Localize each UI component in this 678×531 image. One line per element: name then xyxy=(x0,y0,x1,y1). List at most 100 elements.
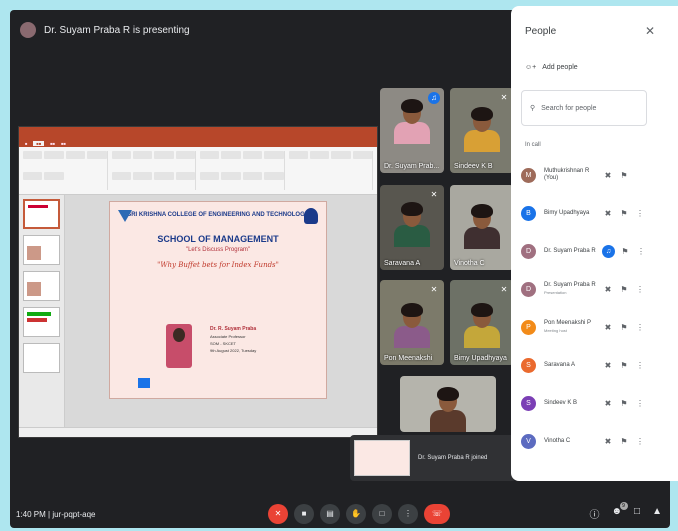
participant-name: Saravana A xyxy=(544,362,600,369)
meeting-info: 1:40 PM | jur-pqpt-aqe xyxy=(16,509,96,519)
chat-icon[interactable]: □ xyxy=(634,506,640,521)
participant-name: Dr. Suyam Prab... xyxy=(384,163,440,170)
participant-name-text: Muthukrishnan R (You) xyxy=(544,168,590,181)
presenting-text: Dr. Suyam Praba R is presenting xyxy=(44,24,190,36)
leave-call-button[interactable]: ☏ xyxy=(424,504,450,524)
participant-row[interactable]: D Dr. Suyam Praba R ♫ ⚑ ⋮ xyxy=(511,232,671,270)
ppt-tab: ■■ xyxy=(50,140,56,146)
participant-name: Saravana A xyxy=(384,260,421,267)
more-options-icon[interactable]: ⋮ xyxy=(632,399,648,408)
avatar: B xyxy=(521,205,536,221)
add-people-button[interactable]: ☺+ Add people xyxy=(525,64,578,71)
camera-button[interactable]: ■ xyxy=(294,504,314,524)
avatar: D xyxy=(521,281,536,297)
activities-icon[interactable]: ▲ xyxy=(652,506,662,521)
mic-off-icon: ✕ xyxy=(430,190,438,199)
avatar: D xyxy=(521,243,536,259)
pin-icon[interactable]: ⚑ xyxy=(616,285,632,294)
participant-row[interactable]: D Dr. Suyam Praba R Presentation ✖ ⚑ ⋮ xyxy=(511,270,671,308)
participant-name: Dr. Suyam Praba R Presentation xyxy=(544,282,600,296)
add-people-label: Add people xyxy=(542,64,578,71)
more-options-icon[interactable]: ⋮ xyxy=(632,285,648,294)
more-options-icon[interactable]: ⋮ xyxy=(632,323,648,332)
speaker-role: Associate Professor xyxy=(210,334,246,339)
slide: SRI KRISHNA COLLEGE OF ENGINEERING AND T… xyxy=(109,201,327,399)
participant-row[interactable]: P Pon Meenakshi P Meeting host ✖ ⚑ ⋮ xyxy=(511,308,671,346)
slide-canvas: SRI KRISHNA COLLEGE OF ENGINEERING AND T… xyxy=(65,195,377,427)
slide-thumbnail xyxy=(23,343,60,373)
participant-tile[interactable]: ✕ Pon Meenakshi xyxy=(380,280,444,365)
shared-screen[interactable]: ■ ■■ ■■ ■■ SRI KRISHNA COLLEGE OF ENGINE… xyxy=(18,126,378,438)
join-notification: Dr. Suyam Praba R joined xyxy=(350,435,516,481)
mic-off-icon[interactable]: ✖ xyxy=(600,437,616,446)
raise-hand-button[interactable]: ✋ xyxy=(346,504,366,524)
mic-off-icon[interactable]: ✖ xyxy=(600,361,616,370)
slide-topic: "Why Buffet bets for Index Funds" xyxy=(157,261,279,269)
pin-icon[interactable]: ⚑ xyxy=(616,437,632,446)
mic-off-icon: ✕ xyxy=(430,285,438,294)
participant-name-text: Dr. Suyam Praba R xyxy=(544,247,596,254)
presenting-bar: Dr. Suyam Praba R is presenting xyxy=(10,10,520,50)
slide-thumbnails xyxy=(19,195,65,427)
side-controls: ⓘ ☻ 9 □ ▲ xyxy=(590,502,662,521)
presenter-avatar xyxy=(20,22,36,38)
pin-icon[interactable]: ⚑ xyxy=(616,209,632,218)
pin-icon[interactable]: ⚑ xyxy=(616,399,632,408)
pin-icon[interactable]: ⚑ xyxy=(616,323,632,332)
participant-row[interactable]: S Saravana A ✖ ⚑ ⋮ xyxy=(511,346,671,384)
speaker-info: Dr. R. Suyam Praba Associate Professor S… xyxy=(210,326,256,354)
mic-off-icon[interactable]: ✖ xyxy=(600,285,616,294)
speaking-icon: ♫ xyxy=(428,92,440,104)
participant-tile[interactable]: Vinotha C xyxy=(450,185,514,270)
slide-college: SRI KRISHNA COLLEGE OF ENGINEERING AND T… xyxy=(127,212,309,218)
pin-icon[interactable]: ⚑ xyxy=(616,361,632,370)
more-options-icon[interactable]: ⋮ xyxy=(632,209,648,218)
speaking-icon[interactable]: ♫ xyxy=(602,244,615,258)
participant-name: Pon Meenakshi xyxy=(384,355,433,362)
participant-name-text: Sindeev K B xyxy=(544,399,578,406)
pin-icon[interactable]: ⚑ xyxy=(616,171,632,180)
slide-thumbnail xyxy=(23,307,60,337)
participant-name-text: Bimy Upadhyaya xyxy=(544,209,590,216)
participant-tile[interactable]: ✕ Sindeev K B xyxy=(450,88,514,173)
search-icon: ⚲ xyxy=(530,105,536,112)
participant-tile[interactable]: ♫ Dr. Suyam Prab... xyxy=(380,88,444,173)
participant-tile[interactable]: ✕ Bimy Upadhyaya xyxy=(450,280,514,365)
pin-icon[interactable]: ⚑ xyxy=(617,247,633,256)
speaker-name: Dr. R. Suyam Praba xyxy=(210,326,257,332)
ppt-ribbon xyxy=(19,147,377,195)
participant-name: Bimy Upadhyaya xyxy=(454,355,507,362)
present-button[interactable]: □ xyxy=(372,504,392,524)
participant-role: Presentation xyxy=(544,290,567,295)
participant-row[interactable]: M Muthukrishnan R (You) ✖ ⚑ xyxy=(511,156,671,194)
mic-off-icon[interactable]: ✖ xyxy=(600,323,616,332)
presentation-thumbnail xyxy=(354,440,410,476)
mic-off-icon[interactable]: ✖ xyxy=(600,171,616,180)
participant-row[interactable]: V Vinotha C ✖ ⚑ ⋮ xyxy=(511,422,671,460)
ppt-tab: ■■ xyxy=(61,140,66,146)
search-placeholder: Search for people xyxy=(541,104,597,112)
participant-name: Bimy Upadhyaya xyxy=(544,210,600,217)
close-icon[interactable]: ✕ xyxy=(645,24,655,38)
ribbon-group xyxy=(200,151,285,190)
search-input[interactable]: ⚲ Search for people xyxy=(521,90,647,126)
participant-tile[interactable] xyxy=(400,376,496,432)
more-options-icon[interactable]: ⋮ xyxy=(633,247,649,256)
add-person-icon: ☺+ xyxy=(525,64,537,71)
mic-off-icon[interactable]: ✖ xyxy=(600,209,616,218)
slide-date: 9th August 2022, Tuesday xyxy=(210,348,257,353)
more-options-icon[interactable]: ⋮ xyxy=(632,437,648,446)
participant-name: Vinotha C xyxy=(454,260,485,267)
more-options-button[interactable]: ⋮ xyxy=(398,504,418,524)
mic-off-button[interactable]: ✕ xyxy=(268,504,288,524)
participant-tile[interactable]: ✕ Saravana A xyxy=(380,185,444,270)
more-options-icon[interactable]: ⋮ xyxy=(632,361,648,370)
info-icon[interactable]: ⓘ xyxy=(590,506,600,521)
participant-row[interactable]: S Sindeev K B ✖ ⚑ ⋮ xyxy=(511,384,671,422)
participant-row[interactable]: B Bimy Upadhyaya ✖ ⚑ ⋮ xyxy=(511,194,671,232)
mic-off-icon[interactable]: ✖ xyxy=(600,399,616,408)
call-controls: ✕ ■ ▤ ✋ □ ⋮ ☏ xyxy=(268,504,450,524)
slide-program: "Let's Discuss Program" xyxy=(185,247,251,253)
captions-button[interactable]: ▤ xyxy=(320,504,340,524)
people-icon[interactable]: ☻ 9 xyxy=(612,502,628,521)
